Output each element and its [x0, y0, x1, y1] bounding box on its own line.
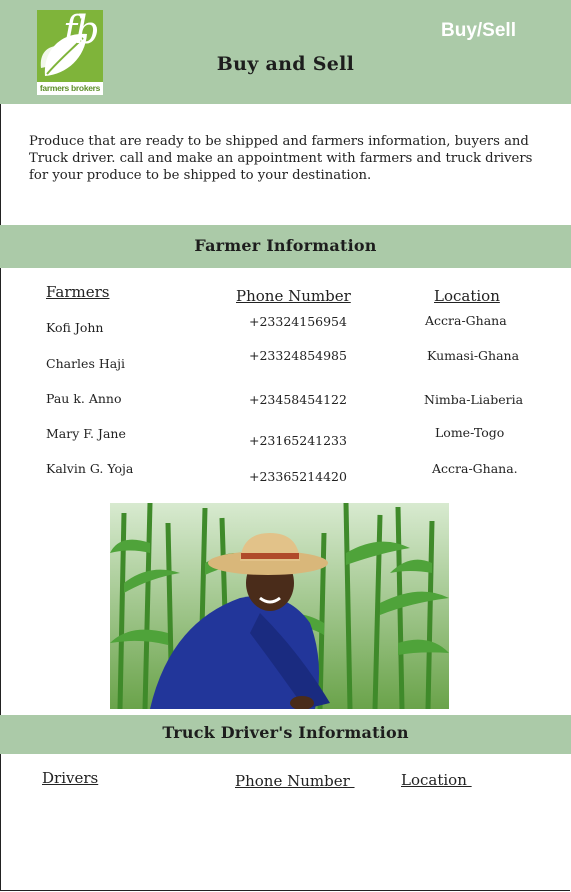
farmer-name: Pau k. Anno [46, 391, 122, 406]
farmer-phone: +23324156954 [249, 314, 347, 329]
farmer-name: Kalvin G. Yoja [46, 461, 134, 476]
farmer-phone: +23324854985 [249, 348, 347, 363]
farmer-photo [110, 503, 449, 709]
nav-buy-sell-link[interactable]: Buy/Sell [441, 20, 516, 42]
logo-text: farmers brokers [39, 83, 101, 93]
farmer-location: Nimba-Liaberia [424, 392, 524, 407]
farmer-section-title: Farmer Information [194, 236, 377, 255]
farmer-location: Accra-Ghana [425, 313, 507, 328]
page-title: Buy and Sell [216, 53, 355, 75]
driver-phone-column-header: Phone Number [235, 772, 355, 790]
farmer-location: Kumasi-Ghana [427, 348, 520, 363]
farmers-column-header: Farmers [46, 283, 110, 301]
drivers-column-header: Drivers [42, 769, 99, 787]
location-column-header: Location [434, 287, 500, 305]
farmer-name: Mary F. Jane [46, 426, 126, 441]
truck-section-title: Truck Driver's Information [162, 723, 409, 742]
farmer-phone: +23365214420 [249, 469, 347, 484]
farmer-location: Lome-Togo [435, 425, 505, 440]
intro-paragraph: Produce that are ready to be shipped and… [29, 134, 533, 183]
logo-letters: fb [63, 8, 99, 52]
farmer-name: Charles Haji [46, 356, 126, 371]
farmer-name: Kofi John [46, 320, 104, 335]
farmer-phone: +23165241233 [249, 433, 347, 448]
phone-column-header: Phone Number [236, 287, 351, 305]
driver-location-column-header: Location [401, 771, 472, 789]
farmer-phone: +23458454122 [249, 392, 347, 407]
farmer-location: Accra-Ghana. [432, 461, 518, 476]
